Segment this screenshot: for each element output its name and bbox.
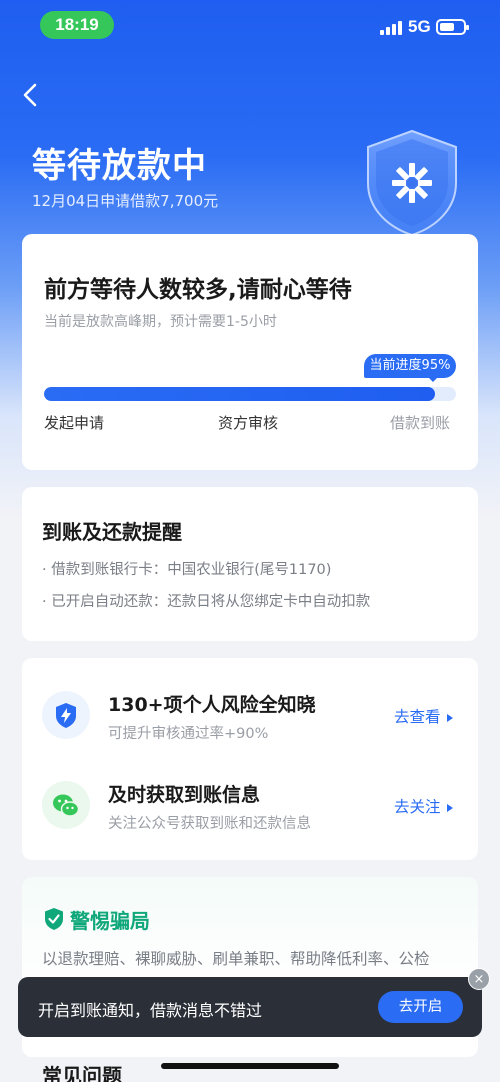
- wechat-icon: [42, 781, 90, 829]
- wechat-row-title: 及时获取到账信息: [108, 784, 261, 806]
- progress-title: 前方等待人数较多,请耐心等待: [44, 277, 352, 303]
- progress-badge-pointer: [428, 377, 438, 382]
- shield-bolt-icon: [42, 691, 90, 739]
- risk-row-title: 130+项个人风险全知晓: [108, 694, 316, 716]
- signal-icon: [380, 21, 402, 35]
- risk-row-subtitle: 可提升审核通过率+90%: [108, 726, 269, 742]
- progress-bar-fill: [44, 387, 436, 401]
- triangle-right-icon: [446, 803, 453, 812]
- status-bar: 18:19 5G: [0, 0, 500, 52]
- toast-text: 开启到账通知，借款消息不错过: [38, 1001, 263, 1020]
- reminder-item-autopay: · 已开启自动还款：还款日将从您绑定卡中自动扣款: [42, 594, 371, 610]
- step-apply: 发起申请: [44, 414, 105, 432]
- enable-notification-button[interactable]: 去开启: [378, 991, 463, 1023]
- battery-icon: [436, 19, 469, 35]
- progress-bar: [44, 387, 456, 401]
- progress-desc: 当前是放款高峰期，预计需要1-5小时: [44, 314, 277, 330]
- view-risk-link[interactable]: 去查看: [394, 705, 453, 727]
- page-subtitle: 12月04日申请借款7,700元: [32, 192, 219, 210]
- reminder-title: 到账及还款提醒: [42, 520, 182, 544]
- network-label: 5G: [408, 17, 431, 36]
- wechat-row-subtitle: 关注公众号获取到账和还款信息: [108, 816, 311, 832]
- warning-title: 警惕骗局: [70, 909, 150, 933]
- shield-check-icon: [43, 907, 65, 931]
- chevron-left-icon: [23, 83, 37, 107]
- view-risk-link-label: 去查看: [394, 708, 441, 726]
- triangle-right-icon: [446, 713, 453, 722]
- back-button[interactable]: [16, 80, 46, 110]
- home-indicator: [161, 1063, 339, 1069]
- step-review: 资方审核: [218, 414, 279, 432]
- shield-logo-icon: [360, 125, 465, 240]
- page-title: 等待放款中: [32, 146, 207, 186]
- status-time: 18:19: [40, 11, 114, 39]
- step-disbursed: 借款到账: [390, 414, 451, 432]
- warning-text: 以退款理赔、裸聊威胁、刷单兼职、帮助降低利率、公检: [42, 950, 430, 968]
- progress-badge: 当前进度95%: [364, 354, 456, 378]
- reminder-item-bank: · 借款到账银行卡：中国农业银行(尾号1170): [42, 562, 332, 578]
- follow-link[interactable]: 去关注: [394, 795, 453, 817]
- faq-title: 常见问题: [42, 1064, 122, 1082]
- follow-link-label: 去关注: [394, 798, 441, 816]
- close-icon[interactable]: ×: [468, 968, 490, 990]
